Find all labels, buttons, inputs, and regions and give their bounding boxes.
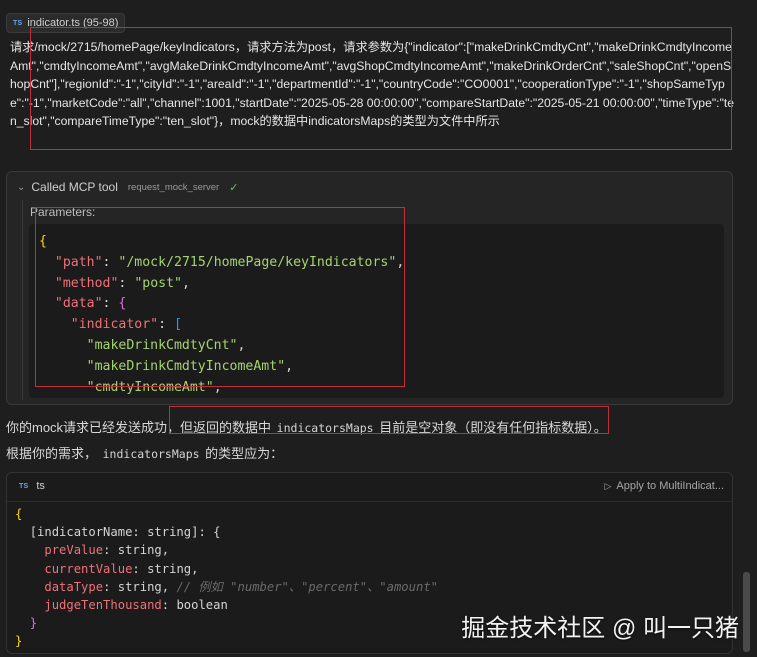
mcp-tool-header[interactable]: ⌄ Called MCP tool request_mock_server ✓ [17,180,238,194]
mcp-tool-call-card: ⌄ Called MCP tool request_mock_server ✓ … [6,171,733,405]
code-key: "indicator" [70,317,159,333]
index-signature: [indicatorName: string]: { [29,525,221,540]
apply-button[interactable]: ▷ Apply to MultiIndicat... [604,480,724,492]
code-comment: // 例如 "number"、"percent"、"amount" [176,579,438,594]
code-string: "makeDrinkCmdtyCnt" [86,337,238,353]
user-request-text: 请求/mock/2715/homePage/keyIndicators，请求方法… [10,40,735,129]
divider [22,200,23,400]
typescript-file-icon: TS [13,19,23,27]
code-string: "cmdtyIncomeAmt" [86,379,214,395]
file-reference-chip[interactable]: TS indicator.ts (95-98) [6,13,126,33]
code-string: "makeDrinkCmdtyIncomeAmt" [86,358,286,374]
parameters-label: Parameters: [30,205,96,219]
code-key: "path" [54,254,103,270]
mcp-tool-name: request_mock_server [127,181,220,193]
response-line-1: 你的mock请求已经发送成功，但返回的数据中 indicatorsMaps 目前… [6,420,607,435]
inline-code: indicatorsMaps [276,421,374,435]
mcp-title: Called MCP tool [31,180,118,194]
inline-code: indicatorsMaps [102,447,200,461]
response-line-2: 根据你的需求， indicatorsMaps 的类型应为： [6,446,284,461]
parameters-code-block: { "path": "/mock/2715/homePage/keyIndica… [29,224,724,398]
code-language-label: ts [36,480,45,492]
file-reference-label: indicator.ts (95-98) [27,17,119,29]
code-key: "data" [54,296,103,312]
code-key: "method" [54,275,119,291]
code-block-header: TS ts ▷ Apply to MultiIndicat... [7,473,732,502]
chevron-down-icon[interactable]: ⌄ [17,182,25,193]
scrollbar-thumb[interactable] [743,572,750,652]
watermark: 掘金技术社区 @ 叫一只猪 [461,615,739,642]
play-icon: ▷ [604,480,612,491]
code-string: "post" [134,275,182,291]
checkmark-icon: ✓ [229,181,239,194]
code-string: "/mock/2715/homePage/keyIndicators" [118,254,397,270]
typescript-file-icon: TS [19,482,29,490]
